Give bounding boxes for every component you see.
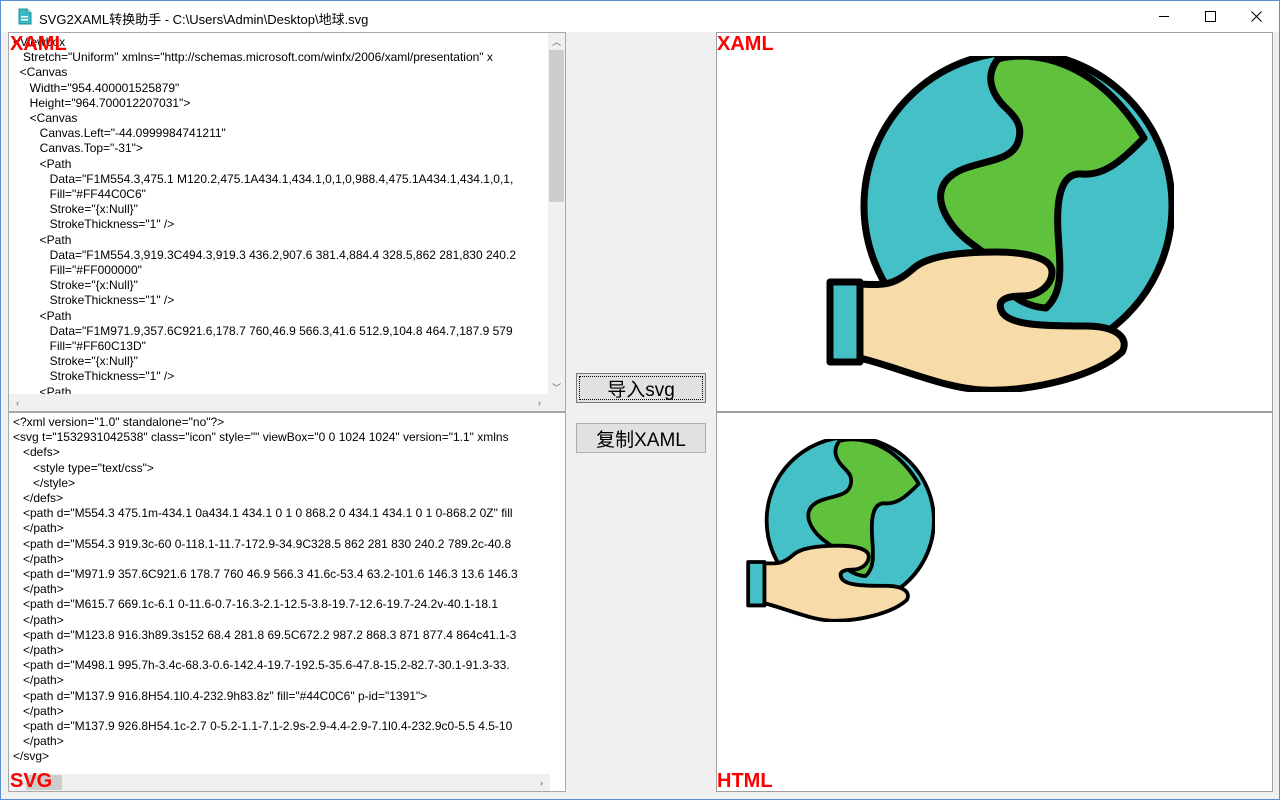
app-icon	[18, 8, 32, 25]
title-bar: SVG2XAML转换助手 - C:\Users\Admin\Desktop\地球…	[1, 1, 1279, 32]
xaml-code-text[interactable]: <Viewbox Stretch="Uniform" xmlns="http:/…	[13, 35, 516, 400]
scroll-up-arrow-icon[interactable]: ︿	[548, 33, 565, 50]
window-title: SVG2XAML转换助手 - C:\Users\Admin\Desktop\地球…	[39, 12, 369, 27]
xaml-code-editor[interactable]: <Viewbox Stretch="Uniform" xmlns="http:/…	[8, 32, 566, 412]
xaml-preview-label: XAML	[717, 33, 774, 55]
close-icon	[1250, 11, 1262, 22]
close-button[interactable]	[1233, 1, 1279, 32]
import-svg-button[interactable]: 导入svg	[576, 373, 706, 403]
maximize-button[interactable]	[1187, 1, 1233, 32]
scroll-corner	[548, 394, 565, 411]
minimize-icon	[1158, 16, 1169, 17]
xaml-vertical-scrollbar[interactable]: ︿ ﹀	[548, 33, 565, 396]
sleeve-cuff	[746, 560, 767, 608]
scroll-right-arrow-icon[interactable]: ›	[531, 394, 548, 411]
xaml-horizontal-scrollbar[interactable]: ‹ ›	[9, 394, 548, 411]
copy-xaml-button[interactable]: 复制XAML	[576, 423, 706, 453]
scroll-right-arrow-icon[interactable]: ›	[533, 774, 550, 791]
html-preview-panel	[716, 412, 1273, 792]
app-window: SVG2XAML转换助手 - C:\Users\Admin\Desktop\地球…	[0, 0, 1280, 800]
svg-code-text[interactable]: <?xml version="1.0" standalone="no"?> <s…	[13, 415, 518, 765]
sleeve-cuff	[826, 278, 864, 366]
svg-horizontal-scrollbar[interactable]: ›	[9, 774, 550, 791]
html-preview-label: HTML	[717, 770, 773, 792]
scroll-left-arrow-icon[interactable]: ‹	[9, 394, 26, 411]
maximize-icon	[1204, 11, 1216, 22]
xaml-scroll-thumb[interactable]	[549, 50, 564, 202]
globe-in-hand-small-icon	[746, 439, 935, 622]
globe-in-hand-icon	[826, 56, 1174, 392]
xaml-editor-label: XAML	[10, 33, 67, 55]
minimize-button[interactable]	[1141, 1, 1187, 32]
xaml-preview-panel	[716, 32, 1273, 412]
svg-editor-label: SVG	[10, 770, 53, 792]
svg-code-editor[interactable]: <?xml version="1.0" standalone="no"?> <s…	[8, 412, 566, 792]
